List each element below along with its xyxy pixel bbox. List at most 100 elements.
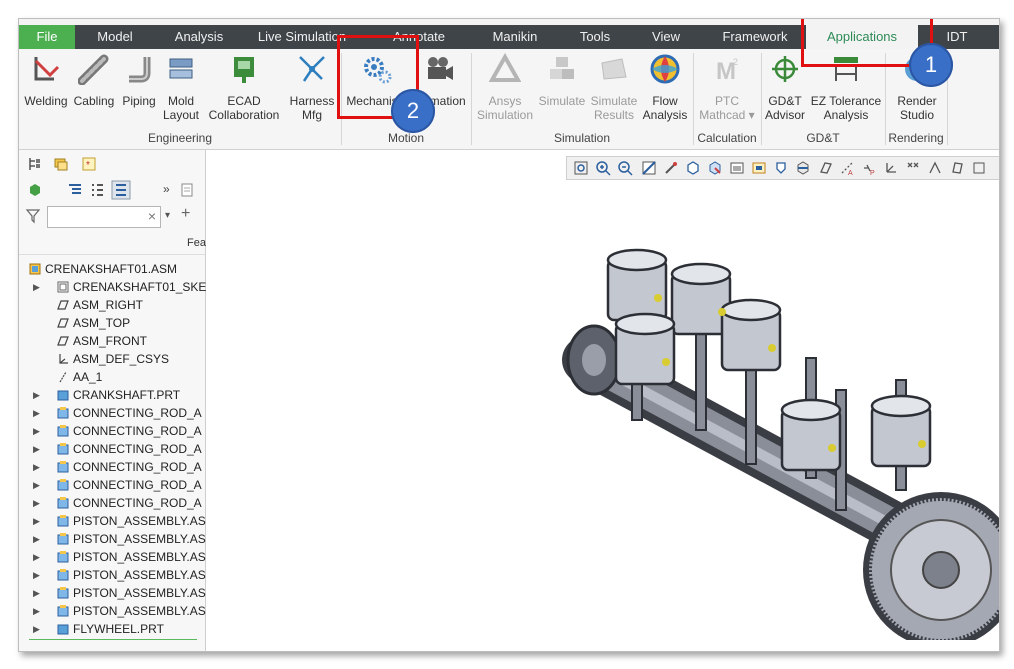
engineering-group-label: Engineering: [147, 131, 213, 145]
add-icon[interactable]: +: [181, 205, 190, 223]
layers-tab-icon[interactable]: [53, 156, 69, 172]
expand-arrow-icon[interactable]: ▶: [33, 278, 40, 296]
expand-arrow-icon[interactable]: ▶: [33, 476, 40, 494]
flow-analysis-button[interactable]: Flow Analysis: [639, 53, 691, 122]
tree-row-label: PISTON_ASSEMBLY.AS: [73, 532, 206, 546]
tree-row[interactable]: ▶ CRENAKSHAFT01_SKEL: [19, 278, 213, 296]
expand-arrow-icon[interactable]: ▶: [33, 440, 40, 458]
spin-center-display-icon[interactable]: [905, 160, 921, 176]
tree-row[interactable]: ▶ PISTON_ASSEMBLY.AS: [19, 512, 206, 530]
expand-arrow-icon[interactable]: ▶: [33, 512, 40, 530]
ansys-simulation-button[interactable]: Ansys Simulation: [475, 52, 535, 122]
zoom-out-icon[interactable]: [617, 160, 633, 176]
expand-arrow-icon[interactable]: ▶: [33, 404, 40, 422]
expand-arrow-icon[interactable]: ▶: [33, 458, 40, 476]
display-style-icon[interactable]: [685, 160, 701, 176]
cabling-button[interactable]: Cabling: [71, 53, 117, 108]
tree-row[interactable]: ASM_TOP: [19, 314, 205, 332]
tab-tools[interactable]: Tools: [559, 25, 631, 49]
insert-indicator[interactable]: [29, 639, 197, 640]
filter-icon[interactable]: [25, 208, 41, 224]
ptc-mathcad-button[interactable]: M 2 PTC Mathcad ▾: [697, 53, 757, 122]
tree-row[interactable]: ▶ PISTON_ASSEMBLY.AS: [19, 530, 206, 548]
tree-filter-view-icon[interactable]: [111, 180, 131, 200]
tree-row[interactable]: AA_1: [19, 368, 205, 386]
model-tree-tab-icon[interactable]: [27, 156, 43, 172]
tree-row[interactable]: ▶ CRANKSHAFT.PRT: [19, 386, 205, 404]
tab-manikin[interactable]: Manikin: [475, 25, 555, 49]
expand-arrow-icon[interactable]: ▶: [33, 620, 40, 638]
expand-arrow-icon[interactable]: ▶: [33, 530, 40, 548]
welding-label: Welding: [24, 94, 68, 108]
more-display-icon[interactable]: [971, 160, 987, 176]
mathcad-label-2-text: Mathcad: [699, 108, 746, 122]
tab-model[interactable]: Model: [75, 25, 155, 49]
tree-row[interactable]: ▶ PISTON_ASSEMBLY.AS: [19, 566, 206, 584]
tree-row[interactable]: ▶ PISTON_ASSEMBLY.AS: [19, 584, 206, 602]
feature-column-header[interactable]: Fea: [187, 237, 206, 249]
view-manager-icon[interactable]: [729, 160, 745, 176]
annotation-display-icon[interactable]: [773, 160, 789, 176]
expand-arrow-icon[interactable]: ▶: [33, 548, 40, 566]
tree-row[interactable]: ▶ PISTON_ASSEMBLY.AS: [19, 548, 206, 566]
tree-row[interactable]: ASM_FRONT: [19, 332, 205, 350]
tree-row[interactable]: ▶ CONNECTING_ROD_A: [19, 458, 205, 476]
tree-row[interactable]: ▶ CONNECTING_ROD_A: [19, 494, 205, 512]
tree-row[interactable]: ▶ CONNECTING_ROD_A: [19, 476, 205, 494]
cube-icon[interactable]: [27, 182, 43, 198]
tab-analysis[interactable]: Analysis: [159, 25, 239, 49]
simulate-button[interactable]: Simulate: [537, 53, 587, 108]
refit-icon[interactable]: [573, 160, 589, 176]
mold-layout-button[interactable]: Mold Layout: [161, 53, 201, 122]
tree-columns-icon[interactable]: [89, 182, 105, 198]
csys-display-icon[interactable]: [883, 160, 899, 176]
flow-analysis-icon: [650, 54, 680, 84]
spin-center-icon[interactable]: [663, 160, 679, 176]
expand-arrow-icon[interactable]: ▶: [33, 602, 40, 620]
tree-row[interactable]: ▶ CONNECTING_ROD_A: [19, 440, 205, 458]
perspective-icon[interactable]: [751, 160, 767, 176]
tree-row[interactable]: CRENAKSHAFT01.ASM: [19, 260, 205, 278]
tree-row-label: ASM_RIGHT: [73, 298, 144, 312]
graphics-window[interactable]: A P: [206, 150, 999, 651]
search-input[interactable]: ×: [47, 206, 161, 228]
expand-arrow-icon[interactable]: ▶: [33, 494, 40, 512]
crankshaft-assembly-model[interactable]: [546, 240, 1000, 640]
tree-row[interactable]: ▶ FLYWHEEL.PRT: [19, 620, 205, 638]
expand-arrow-icon[interactable]: ▶: [33, 584, 40, 602]
tree-list-icon[interactable]: [67, 182, 83, 198]
datum-plane-display-icon[interactable]: [817, 160, 833, 176]
welding-button[interactable]: Welding: [22, 53, 70, 108]
tree-row[interactable]: ▶ CONNECTING_ROD_A: [19, 422, 205, 440]
tree-row[interactable]: ▶ CONNECTING_ROD_A: [19, 404, 205, 422]
document-icon[interactable]: [179, 182, 195, 198]
zoom-in-icon[interactable]: [595, 160, 611, 176]
piping-button[interactable]: Piping: [119, 53, 159, 108]
harness-mfg-button[interactable]: Harness Mfg: [287, 53, 337, 122]
tab-framework[interactable]: Framework: [709, 25, 801, 49]
section-icon[interactable]: [795, 160, 811, 176]
chevron-down-icon[interactable]: ▾: [165, 210, 170, 221]
favorites-tab-icon[interactable]: *: [81, 156, 97, 172]
expand-arrow-icon[interactable]: ▶: [33, 386, 40, 404]
tree-row[interactable]: ASM_RIGHT: [19, 296, 205, 314]
saved-orientations-icon[interactable]: [707, 160, 723, 176]
simulate-results-label-2: Results: [593, 108, 634, 122]
datum-axis-display-icon[interactable]: A: [839, 160, 855, 176]
simulate-results-button[interactable]: Simulate Results: [589, 53, 639, 122]
expand-panel-icon[interactable]: »: [163, 182, 170, 196]
tab-view[interactable]: View: [631, 25, 701, 49]
tree-row[interactable]: ▶ PISTON_ASSEMBLY.AS: [19, 602, 206, 620]
expand-arrow-icon[interactable]: ▶: [33, 422, 40, 440]
expand-arrow-icon[interactable]: ▶: [33, 566, 40, 584]
ecad-collaboration-button[interactable]: ECAD Collaboration: [207, 53, 281, 122]
repaint-icon[interactable]: [641, 160, 657, 176]
plane-tags-icon[interactable]: [949, 160, 965, 176]
clear-search-icon[interactable]: ×: [148, 208, 156, 224]
subasm-icon: [57, 443, 69, 455]
datum-point-display-icon[interactable]: P: [861, 160, 877, 176]
tree-row[interactable]: ASM_DEF_CSYS: [19, 350, 205, 368]
point-tags-icon[interactable]: [927, 160, 943, 176]
dropdown-arrow-icon[interactable]: ▾: [749, 108, 755, 122]
tab-file[interactable]: File: [19, 25, 75, 49]
